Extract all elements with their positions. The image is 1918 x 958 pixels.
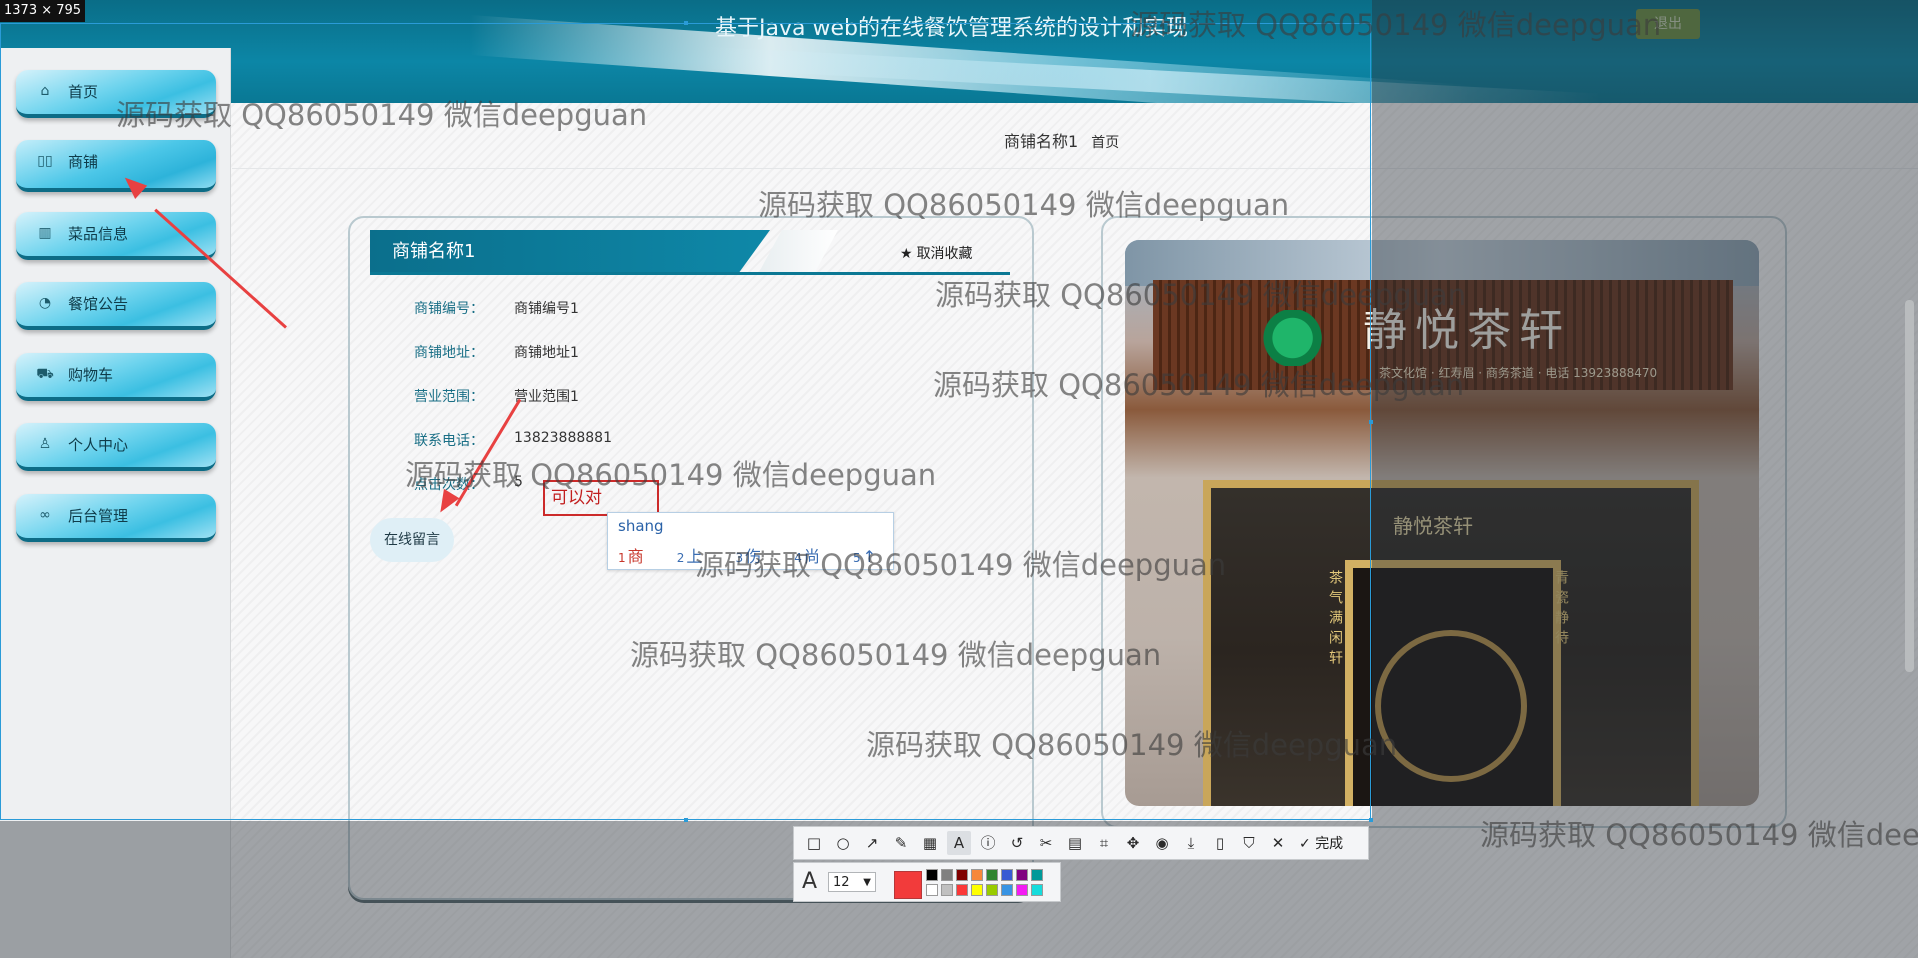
watermark: 源码获取 QQ86050149 微信deepguan xyxy=(758,188,1290,222)
font-size-value: 12 xyxy=(833,875,850,890)
resize-handle[interactable] xyxy=(684,21,688,25)
ellipse-icon[interactable]: ○ xyxy=(831,831,855,855)
close-icon[interactable]: ✕ xyxy=(1266,831,1290,855)
watermark: 源码获取 QQ86050149 微信deepguan xyxy=(933,368,1465,402)
watermark: 源码获取 QQ86050149 微信deepguan xyxy=(405,458,937,492)
color-swatch[interactable] xyxy=(956,869,968,881)
text-tool-icon[interactable]: A xyxy=(947,831,971,855)
color-swatch[interactable] xyxy=(941,884,953,896)
phone-icon[interactable]: ▯ xyxy=(1208,831,1232,855)
color-swatch[interactable] xyxy=(1016,869,1028,881)
scan-icon[interactable]: ⌗ xyxy=(1092,831,1116,855)
page-scrollbar[interactable] xyxy=(1905,300,1914,672)
capture-selection-border[interactable] xyxy=(0,23,1371,820)
pin-icon[interactable]: ✥ xyxy=(1121,831,1145,855)
ocr-icon[interactable]: ▤ xyxy=(1063,831,1087,855)
color-swatch[interactable] xyxy=(926,884,938,896)
color-swatch[interactable] xyxy=(1031,884,1043,896)
number-marker-icon[interactable]: ⓘ xyxy=(976,831,1000,855)
resize-handle[interactable] xyxy=(1369,818,1373,822)
capture-dimension-label: 1373 × 795 xyxy=(0,0,86,22)
color-swatch[interactable] xyxy=(971,869,983,881)
color-swatch[interactable] xyxy=(1001,884,1013,896)
watermark: 源码获取 QQ86050149 微信deepguan xyxy=(630,638,1162,672)
color-swatch[interactable] xyxy=(986,884,998,896)
watermark: 源码获取 QQ86050149 微信deepguan xyxy=(116,98,648,132)
done-button[interactable]: ✓ 完成 xyxy=(1299,833,1343,853)
done-label: 完成 xyxy=(1315,836,1344,852)
watermark: 源码获取 QQ86050149 微信deepguan xyxy=(695,548,1227,582)
undo-icon[interactable]: ↺ xyxy=(1005,831,1029,855)
current-color-swatch[interactable] xyxy=(894,871,922,899)
check-icon: ✓ xyxy=(1299,836,1311,852)
bookmark-icon[interactable]: ⛉ xyxy=(1237,831,1261,855)
font-size-select[interactable]: 12 ▼ xyxy=(828,872,876,892)
watermark: 源码获取 QQ86050149 微信deepguan xyxy=(1130,8,1662,42)
watermark: 源码获取 QQ86050149 微信deepguan xyxy=(935,278,1467,312)
color-swatch[interactable] xyxy=(1001,869,1013,881)
arrow-icon[interactable]: ↗ xyxy=(860,831,884,855)
color-swatch[interactable] xyxy=(986,869,998,881)
chevron-down-icon: ▼ xyxy=(863,877,871,888)
screenshot-toolbar: □ ○ ↗ ✎ ▦ A ⓘ ↺ ✂ ▤ ⌗ ✥ ◉ ⤓ ▯ ⛉ ✕ ✓ 完成 xyxy=(793,826,1369,860)
watermark: 源码获取 QQ86050149 微信deepguan xyxy=(1480,818,1918,852)
mosaic-icon[interactable]: ▦ xyxy=(918,831,942,855)
pen-icon[interactable]: ✎ xyxy=(889,831,913,855)
color-swatch[interactable] xyxy=(941,869,953,881)
record-icon[interactable]: ◉ xyxy=(1150,831,1174,855)
rectangle-icon[interactable]: □ xyxy=(802,831,826,855)
color-swatch[interactable] xyxy=(1016,884,1028,896)
color-swatch[interactable] xyxy=(1031,869,1043,881)
download-icon[interactable]: ⤓ xyxy=(1179,831,1203,855)
resize-handle[interactable] xyxy=(1369,420,1373,424)
smart-crop-icon[interactable]: ✂ xyxy=(1034,831,1058,855)
color-swatch[interactable] xyxy=(926,869,938,881)
color-swatch[interactable] xyxy=(971,884,983,896)
watermark: 源码获取 QQ86050149 微信deepguan xyxy=(866,728,1398,762)
color-swatch[interactable] xyxy=(956,884,968,896)
resize-handle[interactable] xyxy=(684,818,688,822)
text-properties-bar: A 12 ▼ xyxy=(793,862,1061,902)
font-icon: A xyxy=(802,869,818,894)
